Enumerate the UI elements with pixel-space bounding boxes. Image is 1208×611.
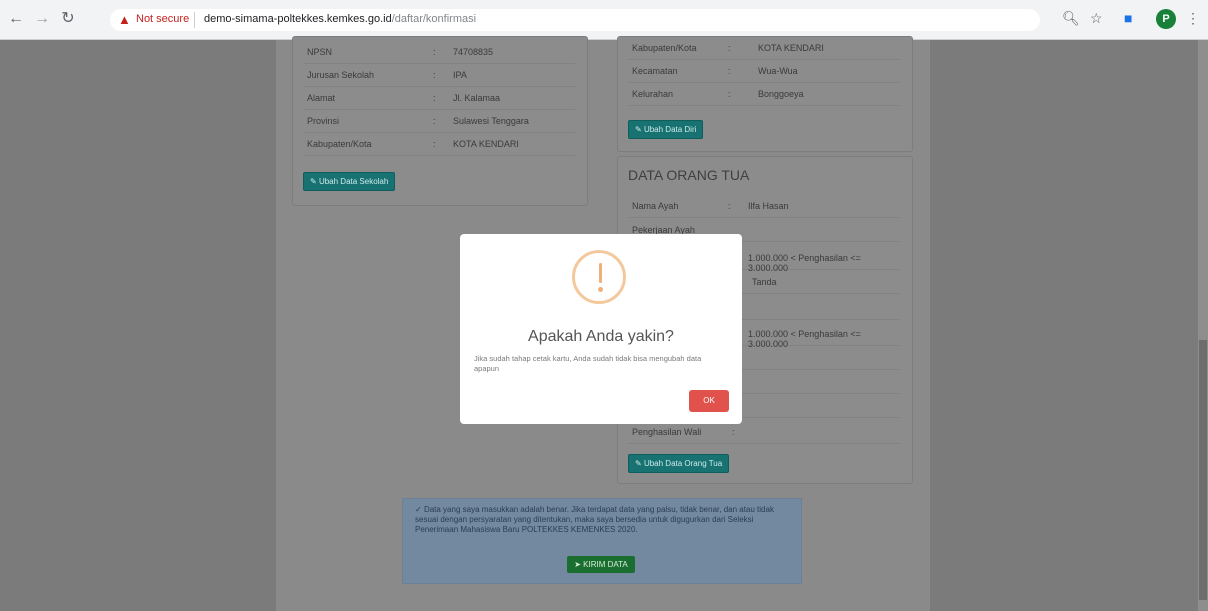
ubah-data-orang-tua-button[interactable]: ✎ Ubah Data Orang Tua [628, 454, 730, 473]
table-row: Nama Ayah: Ilfa Hasan [628, 195, 900, 218]
browser-menu-icon[interactable]: ⋮ [1186, 10, 1200, 27]
edit-icon: ✎ [635, 125, 644, 134]
table-row: Jurusan Sekolah: IPA [303, 64, 575, 87]
edit-icon: ✎ [635, 459, 644, 468]
kirim-data-label: KIRIM DATA [583, 560, 628, 569]
row-label: Kecamatan [632, 66, 678, 76]
notice-text: Data yang saya masukkan adalah benar. Ji… [415, 505, 774, 534]
url-path: /daftar/konfirmasi [391, 13, 477, 25]
address-bar[interactable]: ▲ Not secure demo-simama-poltekkes.kemke… [110, 9, 1040, 31]
not-secure-label[interactable]: Not secure [136, 13, 189, 25]
exclamation-dot [598, 287, 603, 292]
row-value: Wua-Wua [758, 66, 798, 76]
reload-icon[interactable]: ↻ [60, 10, 76, 28]
row-value: 1.000.000 < Penghasilan <= 3.000.000 [748, 253, 861, 273]
row-value: Sulawesi Tenggara [453, 116, 529, 126]
ubah-data-diri-label: Ubah Data Diri [643, 125, 697, 134]
back-arrow-icon[interactable]: ← [8, 10, 24, 28]
scrollbar-thumb[interactable] [1199, 340, 1207, 600]
url-text[interactable]: demo-simama-poltekkes.kemkes.go.id/dafta… [204, 13, 476, 25]
row-value: 74708835 [453, 47, 494, 57]
row-label: Kabupaten/Kota [632, 43, 697, 53]
table-row: Kabupaten/Kota: KOTA KENDARI [628, 37, 900, 60]
ok-button[interactable]: OK [689, 390, 729, 412]
ubah-data-sekolah-label: Ubah Data Sekolah [318, 177, 389, 186]
bookmark-star-icon[interactable]: ☆ [1090, 10, 1103, 27]
row-label: NPSN [307, 47, 333, 57]
row-value: Jl. Kalamaa [453, 93, 501, 103]
ubah-data-orang-tua-label: Ubah Data Orang Tua [643, 459, 723, 468]
table-row: Alamat: Jl. Kalamaa [303, 87, 575, 110]
browser-toolbar: ← → ↻ ▲ Not secure demo-simama-poltekkes… [0, 0, 1208, 40]
kirim-data-button[interactable]: ➤ KIRIM DATA [567, 556, 635, 573]
row-value: 1.000.000 < Penghasilan <= 3.000.000 [748, 329, 861, 349]
exclamation-bar [599, 263, 602, 283]
row-label: Nama Ayah [632, 201, 679, 211]
row-value: Ilfa Hasan [748, 201, 789, 211]
extension-icon[interactable]: ■ [1124, 10, 1132, 26]
warning-triangle-icon: ▲ [118, 12, 131, 27]
table-row: Kelurahan: Bonggoeya [628, 83, 900, 106]
row-label: Penghasilan Wali [632, 427, 702, 437]
send-icon: ➤ [574, 560, 584, 569]
address-divider [194, 12, 195, 28]
dialog-title: Apakah Anda yakin? [528, 328, 674, 345]
profile-avatar[interactable]: P [1156, 9, 1176, 29]
confirm-dialog: Apakah Anda yakin? Jika sudah tahap ceta… [460, 234, 742, 424]
table-row: Provinsi: Sulawesi Tenggara [303, 110, 575, 133]
row-value: KOTA KENDARI [453, 139, 519, 149]
row-value: Tanda [752, 277, 777, 287]
ubah-data-sekolah-button[interactable]: ✎ Ubah Data Sekolah [303, 172, 396, 191]
check-icon[interactable]: ✓ [415, 505, 422, 514]
row-label: Provinsi [307, 116, 340, 126]
row-value: IPA [453, 70, 467, 80]
edit-icon: ✎ [310, 177, 319, 186]
row-value: KOTA KENDARI [758, 43, 824, 53]
table-row: NPSN:74708835 [303, 41, 575, 64]
row-label: Alamat [307, 93, 336, 103]
row-value: Bonggoeya [758, 89, 804, 99]
url-host: demo-simama-poltekkes.kemkes.go.id [204, 13, 392, 25]
forward-arrow-icon[interactable]: → [34, 10, 50, 28]
ubah-data-diri-button[interactable]: ✎ Ubah Data Diri [628, 120, 704, 139]
table-row: Kecamatan: Wua-Wua [628, 60, 900, 83]
row-label: Kabupaten/Kota [307, 139, 372, 149]
data-diri-card: Kabupaten/Kota: KOTA KENDARI Kecamatan: Wu… [617, 36, 913, 152]
dialog-message: Jika sudah tahap cetak kartu, Anda sudah… [474, 354, 702, 373]
table-row: Penghasilan Wali: [628, 421, 900, 444]
row-label: Kelurahan [632, 89, 674, 99]
row-label: Jurusan Sekolah [307, 70, 375, 80]
zoom-icon[interactable]: 🔍︎ [1062, 10, 1080, 27]
section-title: DATA ORANG TUA [628, 167, 750, 183]
table-row: Kabupaten/Kota: KOTA KENDARI [303, 133, 575, 156]
notice-body: ✓ Data yang saya masukkan adalah benar. … [415, 505, 791, 535]
data-sekolah-card: NPSN:74708835 Jurusan Sekolah: IPA Alamat… [292, 36, 588, 206]
warning-icon [572, 250, 626, 304]
